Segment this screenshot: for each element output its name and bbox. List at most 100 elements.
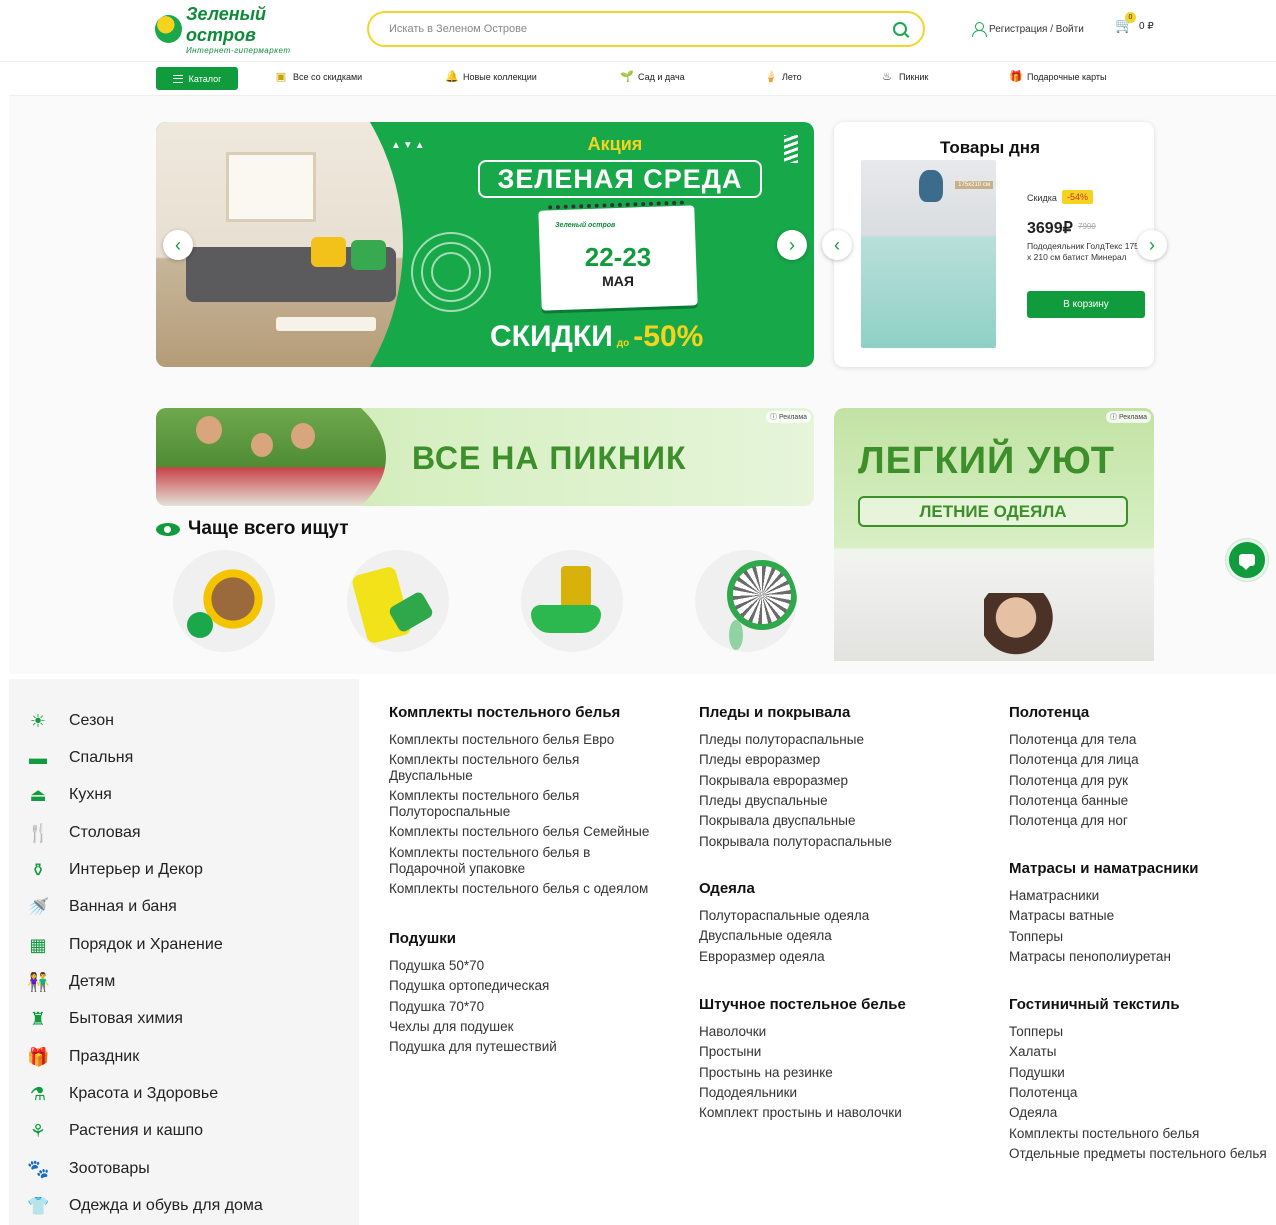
nav-item-summer[interactable]: 🍦 Лето (764, 71, 802, 83)
menu-link[interactable]: Полотенца для лица (1009, 752, 1139, 768)
sidebar-item-season[interactable]: ☀ Сезон (27, 710, 114, 732)
sidebar-item-kitchen[interactable]: ⏏ Кухня (27, 784, 111, 806)
menu-group-title[interactable]: Штучное постельное белье (699, 996, 906, 1013)
menu-link[interactable]: Полотенца для рук (1009, 773, 1128, 789)
menu-link[interactable]: Топперы (1009, 929, 1063, 945)
menu-group-title[interactable]: Пледы и покрывала (699, 704, 850, 721)
menu-link[interactable]: Подушки (1009, 1065, 1065, 1081)
chat-icon (1239, 554, 1255, 570)
menu-group-title[interactable]: Гостиничный текстиль (1009, 996, 1180, 1013)
menu-link[interactable]: Комплекты постельного белья Двуспальные (389, 752, 579, 784)
menu-link[interactable]: Полотенца (1009, 1085, 1077, 1101)
menu-link[interactable]: Комплекты постельного белья Полуторoспаль… (389, 788, 579, 820)
sidebar-item-dining[interactable]: 🍴 Столовая (27, 822, 141, 844)
menu-link[interactable]: Пледы полутораспальные (699, 732, 864, 748)
chevron-left-icon: ‹ (175, 234, 181, 255)
menu-link[interactable]: Покрывала евроразмер (699, 773, 848, 789)
menu-link[interactable]: Подушка ортопедическая (389, 978, 549, 994)
sidebar-item-chemicals[interactable]: ♜ Бытовая химия (27, 1008, 183, 1030)
menu-link[interactable]: Пледы евроразмер (699, 752, 820, 768)
banner-next-button[interactable]: › (777, 230, 807, 260)
user-icon (972, 22, 987, 37)
often-searched-item-pet-bowl[interactable] (173, 550, 275, 652)
menu-link[interactable]: Простынь на резинке (699, 1065, 833, 1081)
menu-link[interactable]: Полотенца для тела (1009, 732, 1136, 748)
paw-icon: 🐾 (27, 1159, 50, 1179)
menu-link[interactable]: Халаты (1009, 1044, 1057, 1060)
menu-group-title[interactable]: Комплекты постельного белья (389, 704, 620, 721)
sidebar-item-pets[interactable]: 🐾 Зоотовары (27, 1158, 150, 1180)
menu-link[interactable]: Одеяла (1009, 1105, 1057, 1121)
sidebar-item-plants[interactable]: ⚘ Растения и кашпо (27, 1120, 203, 1142)
menu-link[interactable]: Двуспальные одеяла (699, 928, 832, 944)
menu-link[interactable]: Полотенца для ног (1009, 813, 1128, 829)
menu-link[interactable]: Комплекты постельного белья Евро (389, 732, 614, 748)
menu-link[interactable]: Наматрасники (1009, 888, 1099, 904)
menu-link[interactable]: Полутораспальные одеяла (699, 908, 869, 924)
menu-link[interactable]: Топперы (1009, 1024, 1063, 1040)
site-logo[interactable]: Зеленый остров Интернет-гипермаркет (155, 4, 335, 55)
sidebar-item-holiday[interactable]: 🎁 Праздник (27, 1046, 139, 1068)
menu-link[interactable]: Пододеяльники (699, 1085, 797, 1101)
nav-item-discounts[interactable]: ▣ Все со скидками (275, 71, 362, 83)
deal-product-image[interactable]: 175x210 см (861, 160, 996, 348)
nav-item-garden[interactable]: 🌱 Сад и дача (620, 71, 685, 83)
often-searched-item-lint-roller[interactable] (347, 550, 449, 652)
calendar-month: МАЯ (602, 273, 634, 289)
menu-link[interactable]: Простыни (699, 1044, 761, 1060)
sidebar-item-storage[interactable]: ▦ Порядок и Хранение (27, 934, 222, 956)
menu-link[interactable]: Полотенца банные (1009, 793, 1128, 809)
deal-product-name[interactable]: Пододеяльник ГолдТекс 175 х 210 см батис… (1027, 241, 1139, 263)
nav-item-label: Пикник (899, 72, 929, 82)
triangles-decoration: ▲▼▲ (391, 140, 427, 151)
menu-link[interactable]: Комплект простынь и наволочки (699, 1105, 902, 1121)
sidebar-item-bedroom[interactable]: ▬ Спальня (27, 747, 133, 769)
sidebar-item-interior[interactable]: ⚱ Интерьер и Декор (27, 859, 203, 881)
promo-banner[interactable] (156, 122, 814, 367)
menu-link[interactable]: Комплекты постельного белья в Подарочной … (389, 845, 590, 877)
picnic-title: ВСЕ НА ПИКНИК (412, 440, 687, 476)
menu-link[interactable]: Комплекты постельного белья Семейные (389, 824, 649, 840)
sidebar-item-bath[interactable]: 🚿 Ванная и баня (27, 896, 177, 918)
sidebar-item-beauty[interactable]: ⚗ Красота и Здоровье (27, 1083, 218, 1105)
cart-total: 0 ₽ (1139, 20, 1154, 32)
menu-group-title[interactable]: Одеяла (699, 880, 755, 897)
menu-link[interactable]: Подушка для путешествий (389, 1039, 557, 1055)
often-searched-item-thermo-mug[interactable] (521, 550, 623, 652)
menu-link[interactable]: Комплекты постельного белья с одеялом (389, 881, 648, 897)
cozy-subtitle: ЛЕТНИЕ ОДЕЯЛА (858, 496, 1128, 527)
menu-link[interactable]: Отдельные предметы постельного белья (1009, 1146, 1267, 1162)
menu-link[interactable]: Наволочки (699, 1024, 766, 1040)
menu-group-title[interactable]: Подушки (389, 930, 456, 947)
often-searched-item-dreamcatcher[interactable] (695, 550, 797, 652)
menu-group-title[interactable]: Полотенца (1009, 704, 1089, 721)
menu-link[interactable]: Матрасы пенополиуретан (1009, 949, 1171, 965)
nav-item-gift-cards[interactable]: 🎁 Подарочные карты (1009, 71, 1107, 83)
deals-next-button[interactable]: › (1137, 230, 1167, 260)
logo-icon (155, 15, 182, 43)
menu-link[interactable]: Покрывала полутораспальные (699, 834, 892, 850)
menu-link[interactable]: Пледы двуспальные (699, 793, 828, 809)
chat-button[interactable] (1226, 539, 1268, 581)
nav-item-new-collections[interactable]: 🔔 Новые коллекции (445, 71, 537, 83)
menu-group-title[interactable]: Матрасы и наматрасники (1009, 860, 1198, 877)
deals-prev-button[interactable]: ‹ (822, 230, 852, 260)
cart-button[interactable]: 🛒 0 0 ₽ (1115, 12, 1154, 34)
beauty-icon: ⚗ (29, 1084, 47, 1104)
sidebar-item-clothes[interactable]: 👕 Одежда и обувь для дома (27, 1195, 263, 1217)
menu-link[interactable]: Покрывала двуспальные (699, 813, 856, 829)
login-link[interactable]: Регистрация / Войти (972, 22, 1084, 37)
search-icon[interactable] (893, 22, 907, 36)
add-to-cart-button[interactable]: В корзину (1027, 291, 1145, 318)
search-input[interactable] (389, 23, 893, 35)
sidebar-item-kids[interactable]: 👫 Детям (27, 971, 115, 993)
menu-link[interactable]: Подушка 50*70 (389, 958, 484, 974)
banner-prev-button[interactable]: ‹ (163, 230, 193, 260)
menu-link[interactable]: Комплекты постельного белья (1009, 1126, 1199, 1142)
catalog-button[interactable]: Каталог (156, 67, 238, 90)
menu-link[interactable]: Подушка 70*70 (389, 999, 484, 1015)
menu-link[interactable]: Чехлы для подушек (389, 1019, 514, 1035)
nav-item-picnic[interactable]: ♨ Пикник (881, 71, 928, 83)
menu-link[interactable]: Матрасы ватные (1009, 908, 1114, 924)
menu-link[interactable]: Евроразмер одеяла (699, 949, 825, 965)
